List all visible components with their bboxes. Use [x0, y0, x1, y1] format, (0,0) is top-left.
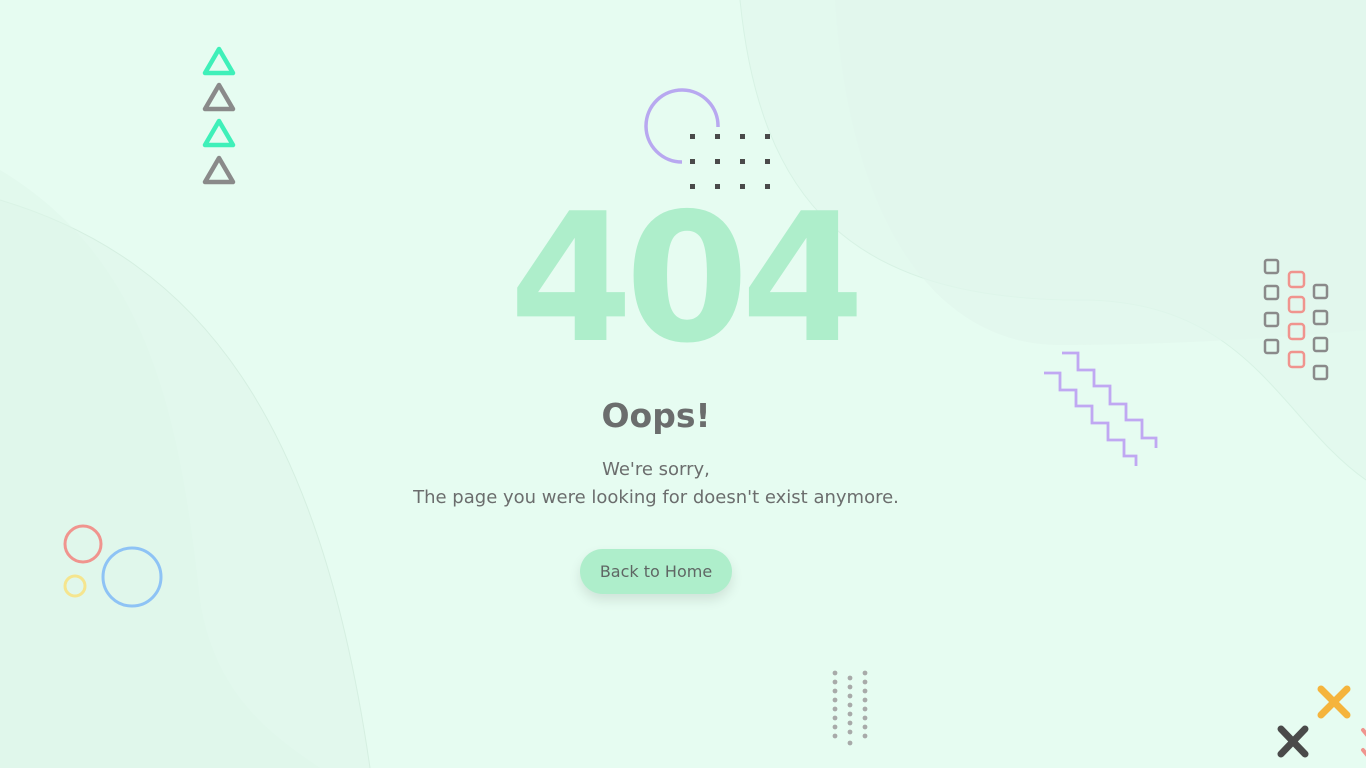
error-message-line1: We're sorry,: [602, 459, 710, 480]
dark-cross-icon: [1277, 725, 1309, 758]
dot-grid-icon: [832, 670, 868, 746]
back-to-home-button[interactable]: Back to Home: [580, 549, 732, 594]
circle-cluster: [63, 524, 163, 608]
gray-triangle-icon: [202, 155, 236, 185]
error-code: 404: [509, 175, 865, 382]
square-grid-icon: [1263, 258, 1329, 381]
gray-triangle-icon: [202, 82, 236, 112]
cross-cluster: [1277, 685, 1366, 758]
error-page: 404 Oops! We're sorry, The page you were…: [0, 0, 1366, 768]
purple-arc-icon: [644, 88, 720, 164]
page-title: Oops!: [601, 396, 711, 435]
coral-circle-icon: [63, 524, 103, 564]
error-message: We're sorry, The page you were looking f…: [356, 456, 956, 512]
yellow-circle-icon: [63, 574, 87, 598]
error-message-line2: The page you were looking for doesn't ex…: [413, 487, 899, 508]
teal-triangle-icon: [202, 118, 236, 148]
triangle-stack: [202, 46, 236, 185]
zigzag-lines-icon: [1044, 351, 1158, 466]
orange-cross-icon: [1317, 685, 1351, 719]
blue-circle-icon: [101, 546, 163, 608]
teal-triangle-icon: [202, 46, 236, 76]
